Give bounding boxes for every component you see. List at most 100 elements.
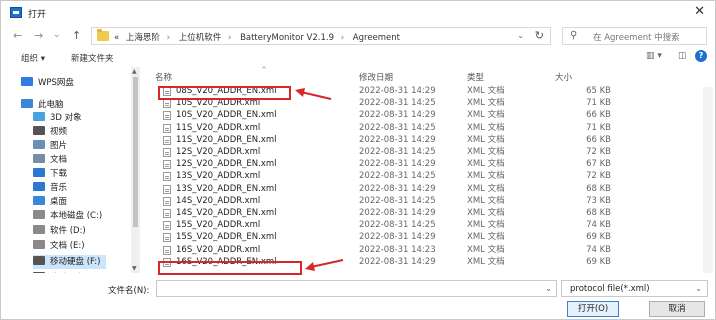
download-icon bbox=[33, 168, 45, 177]
file-row[interactable]: 12S_V20_ADDR_EN.xml 2022-08-31 14:29 XML 文… bbox=[141, 159, 715, 170]
breadcrumb-item[interactable]: 上海思阶 bbox=[126, 33, 160, 43]
xml-file-icon bbox=[163, 111, 171, 121]
filename-input[interactable]: ⌄ bbox=[156, 280, 557, 297]
file-type: XML 文档 bbox=[467, 98, 505, 109]
xml-file-icon bbox=[163, 172, 171, 182]
nav-item[interactable]: 移动硬盘 (F:) bbox=[33, 271, 106, 273]
column-header-date[interactable]: 修改日期 bbox=[359, 71, 393, 83]
nav-item[interactable]: 软件 (D:) bbox=[33, 224, 92, 238]
file-date: 2022-08-31 14:25 bbox=[359, 122, 436, 133]
breadcrumb-item[interactable]: 上位机软件 bbox=[179, 33, 222, 43]
computer-icon bbox=[21, 99, 33, 108]
file-date: 2022-08-31 14:29 bbox=[359, 134, 436, 145]
column-header-name[interactable]: 名称 bbox=[155, 71, 172, 83]
search-placeholder: 在 Agreement 中搜索 bbox=[593, 33, 680, 43]
organize-button[interactable]: 组织 ▾ bbox=[21, 52, 45, 64]
file-size: 68 KB bbox=[586, 183, 611, 194]
refresh-icon[interactable]: ↻ bbox=[535, 29, 544, 42]
breadcrumb-item[interactable]: BatteryMonitor V2.1.9 bbox=[240, 33, 334, 43]
file-list-header: 名称 ^ 修改日期 类型 大小 bbox=[141, 66, 715, 83]
file-type: XML 文档 bbox=[467, 159, 505, 170]
file-row[interactable]: 11S_V20_ADDR_EN.xml 2022-08-31 14:29 XML 文… bbox=[141, 135, 715, 146]
file-date: 2022-08-31 14:25 bbox=[359, 171, 436, 182]
nav-item[interactable]: WPS网盘 bbox=[21, 76, 80, 90]
open-button[interactable]: 打开(O) bbox=[567, 301, 619, 317]
address-bar[interactable]: « 上海思阶 › 上位机软件 › BatteryMonitor V2.1.9 ›… bbox=[91, 27, 551, 45]
new-folder-button[interactable]: 新建文件夹 bbox=[71, 52, 114, 64]
file-date: 2022-08-31 14:29 bbox=[359, 232, 436, 243]
scrollbar-thumb[interactable] bbox=[133, 77, 138, 227]
nav-item-label: 3D 对象 bbox=[50, 113, 82, 123]
file-row[interactable]: 14S_V20_ADDR_EN.xml 2022-08-31 14:29 XML 文… bbox=[141, 208, 715, 219]
file-type-chevron-icon: ⌄ bbox=[695, 284, 702, 293]
nav-item[interactable]: 文档 (E:) bbox=[33, 239, 91, 253]
file-row[interactable]: 15S_V20_ADDR_EN.xml 2022-08-31 14:29 XML 文… bbox=[141, 232, 715, 243]
cancel-button[interactable]: 取消 bbox=[649, 301, 705, 317]
file-list-scrollbar[interactable] bbox=[703, 87, 713, 273]
up-arrow-icon[interactable]: ↑ bbox=[72, 29, 81, 43]
annotation-arrow-icon bbox=[295, 88, 332, 100]
file-name: 11S_V20_ADDR_EN.xml bbox=[176, 134, 277, 145]
nav-item[interactable]: 视频 bbox=[33, 125, 73, 139]
file-type-select[interactable]: protocol file(*.xml) ⌄ bbox=[561, 280, 708, 297]
file-size: 73 KB bbox=[586, 195, 611, 206]
nav-item[interactable]: 本地磁盘 (C:) bbox=[33, 209, 108, 223]
breadcrumb-separator-icon[interactable]: › bbox=[167, 33, 170, 43]
file-name: 11S_V20_ADDR.xml bbox=[176, 122, 261, 133]
recent-locations-chevron-icon[interactable]: ⌄ bbox=[53, 28, 61, 42]
file-row[interactable]: 10S_V20_ADDR_EN.xml 2022-08-31 14:29 XML 文… bbox=[141, 110, 715, 121]
nav-item-label: 文档 bbox=[50, 155, 68, 165]
breadcrumb-separator-icon[interactable]: › bbox=[341, 33, 344, 43]
view-options-icon[interactable]: ▥ ▾ bbox=[646, 51, 662, 61]
breadcrumb-overflow[interactable]: « bbox=[114, 33, 119, 43]
forward-arrow-icon[interactable]: → bbox=[34, 29, 43, 43]
file-row[interactable]: 15S_V20_ADDR.xml 2022-08-31 14:25 XML 文档 74… bbox=[141, 220, 715, 231]
file-row[interactable]: 16S_V20_ADDR.xml 2022-08-31 14:23 XML 文档 74… bbox=[141, 245, 715, 256]
file-type: XML 文档 bbox=[467, 147, 505, 157]
address-dropdown-chevron-icon[interactable]: ⌄ bbox=[517, 31, 524, 40]
highlight-box-last-file bbox=[158, 261, 302, 275]
file-size: 69 KB bbox=[586, 256, 611, 267]
preview-pane-icon[interactable]: ◫ bbox=[678, 51, 687, 61]
navigation-pane-scrollbar[interactable]: ▲ ▼ bbox=[131, 67, 140, 273]
nav-item-label: 本地磁盘 (C:) bbox=[50, 211, 103, 221]
file-size: 66 KB bbox=[586, 110, 611, 121]
cube-icon bbox=[33, 112, 45, 121]
file-type: XML 文档 bbox=[467, 171, 505, 182]
xml-file-icon bbox=[163, 99, 171, 109]
help-icon[interactable]: ? bbox=[695, 50, 707, 62]
nav-item[interactable]: 桌面 bbox=[33, 195, 73, 209]
nav-item-label: 移动硬盘 (F:) bbox=[50, 257, 101, 267]
scroll-up-icon[interactable]: ▲ bbox=[132, 68, 137, 75]
xml-file-icon bbox=[163, 148, 171, 157]
nav-item[interactable]: 音乐 bbox=[33, 181, 73, 195]
file-row[interactable]: 13S_V20_ADDR.xml 2022-08-31 14:25 XML 文档 72… bbox=[141, 171, 715, 182]
nav-item[interactable]: 下载 bbox=[33, 167, 73, 181]
nav-item[interactable]: 移动硬盘 (F:) bbox=[33, 255, 107, 269]
column-header-size[interactable]: 大小 bbox=[555, 71, 572, 83]
xml-file-icon bbox=[163, 209, 171, 218]
column-header-type[interactable]: 类型 bbox=[467, 71, 484, 83]
back-arrow-icon[interactable]: ← bbox=[13, 29, 22, 43]
close-icon[interactable]: ✕ bbox=[694, 5, 705, 19]
search-input[interactable]: ⚲ 在 Agreement 中搜索 bbox=[562, 27, 707, 45]
navigation-pane: WPS网盘此电脑 3D 对象视频 图片文档下载音乐 桌面本地磁盘 (C:) 软件 (D:… bbox=[19, 67, 144, 273]
nav-item[interactable]: 文档 bbox=[33, 153, 73, 167]
filename-dropdown-chevron-icon[interactable]: ⌄ bbox=[545, 284, 552, 293]
nav-item[interactable]: 图片 bbox=[33, 139, 73, 153]
file-type: XML 文档 bbox=[467, 232, 505, 243]
nav-item-label: 下载 bbox=[50, 169, 68, 179]
breadcrumb-item-current[interactable]: Agreement bbox=[353, 33, 400, 43]
file-row[interactable]: 14S_V20_ADDR.xml 2022-08-31 14:25 XML 文档 73… bbox=[141, 196, 715, 207]
scroll-down-icon[interactable]: ▼ bbox=[132, 265, 137, 272]
file-type: XML 文档 bbox=[467, 220, 505, 231]
file-date: 2022-08-31 14:29 bbox=[359, 208, 436, 218]
file-type: XML 文档 bbox=[467, 122, 505, 133]
file-date: 2022-08-31 14:29 bbox=[359, 256, 436, 267]
file-row[interactable]: 13S_V20_ADDR_EN.xml 2022-08-31 14:29 XML 文… bbox=[141, 184, 715, 195]
nav-item[interactable]: 此电脑 bbox=[21, 98, 70, 112]
breadcrumb-separator-icon[interactable]: › bbox=[228, 33, 231, 43]
file-row[interactable]: 11S_V20_ADDR.xml 2022-08-31 14:25 XML 文档 71… bbox=[141, 123, 715, 134]
nav-item[interactable]: 3D 对象 bbox=[33, 111, 88, 125]
file-row[interactable]: 12S_V20_ADDR.xml 2022-08-31 14:25 XML 文档 72… bbox=[141, 147, 715, 158]
